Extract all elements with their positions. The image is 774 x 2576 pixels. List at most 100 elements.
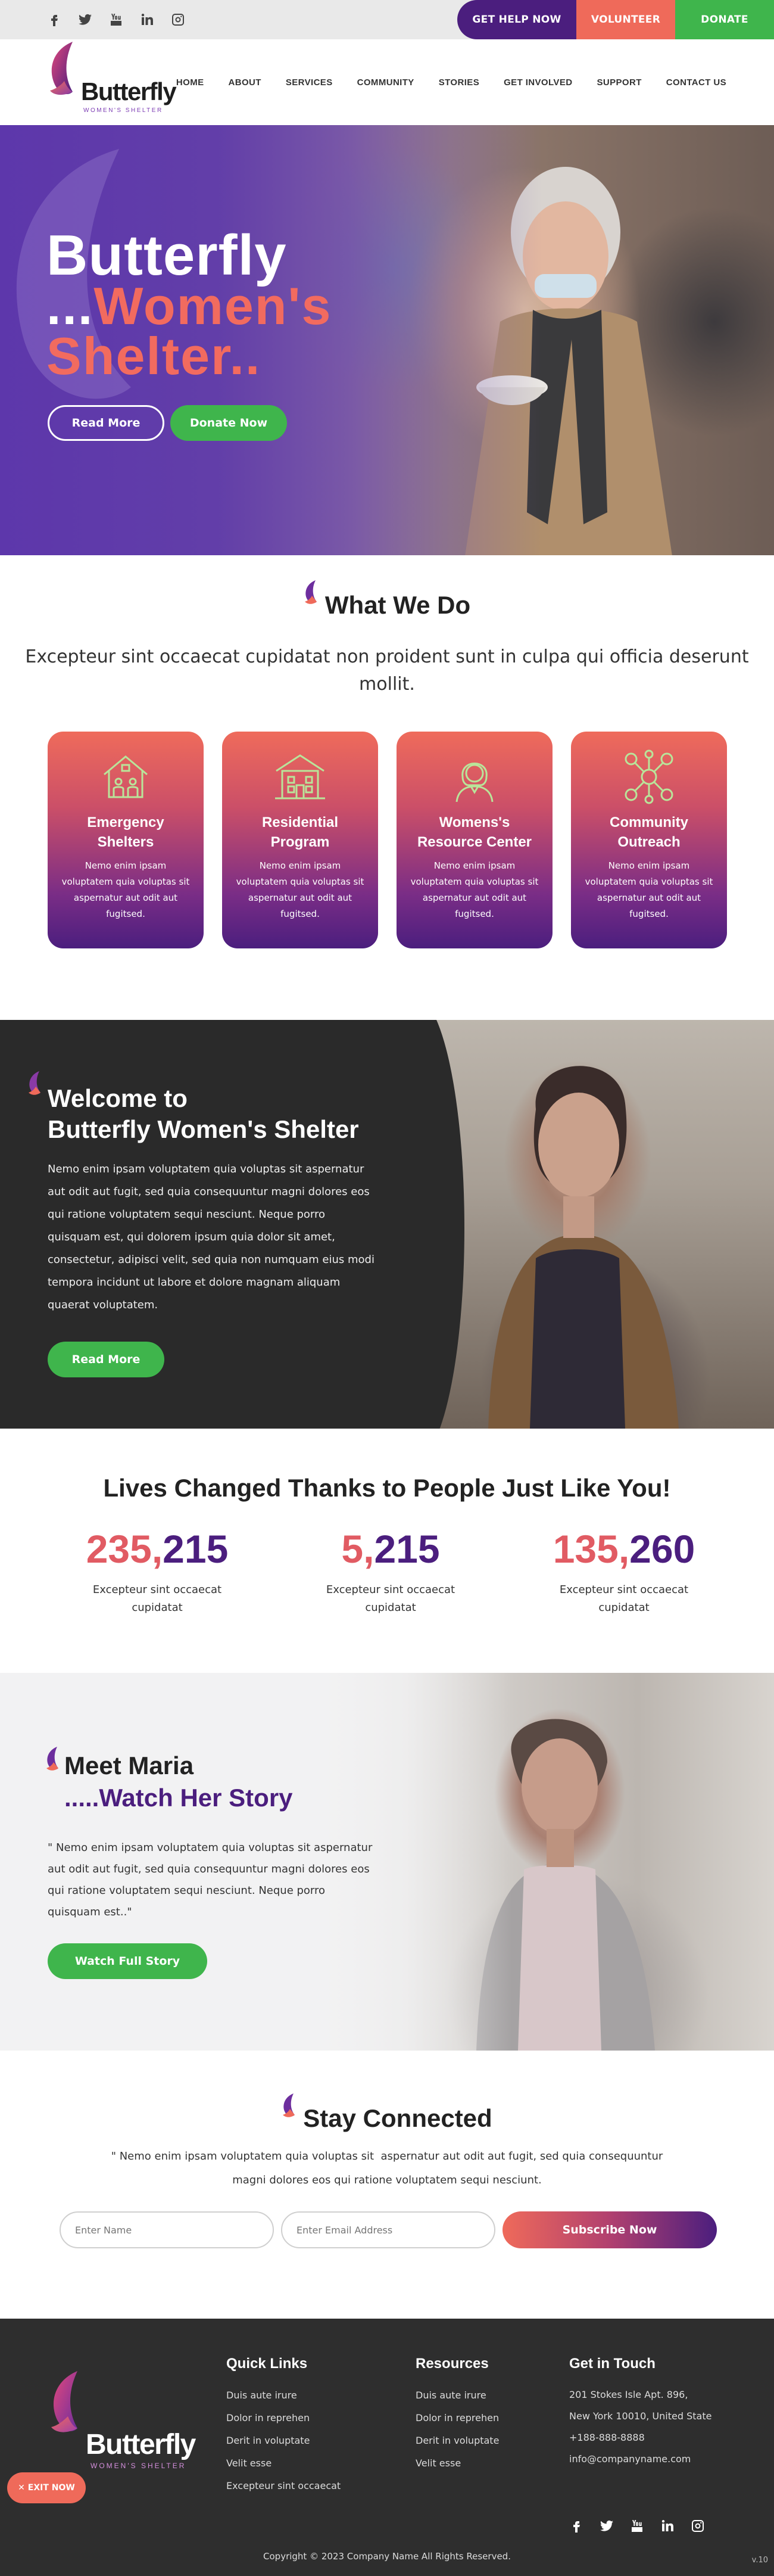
butterfly-accent-icon: [304, 580, 317, 604]
logo-wordmark: Butterfly: [81, 77, 177, 105]
lives-changed-section: Lives Changed Thanks to People Just Like…: [0, 1429, 774, 1673]
hero-donate-now-button[interactable]: Donate Now: [170, 405, 287, 441]
subscribe-now-button[interactable]: Subscribe Now: [503, 2211, 717, 2248]
resource-link[interactable]: Velit esse: [416, 2452, 499, 2475]
maria-subtitle: .....Watch Her Story: [64, 1784, 293, 1812]
footer-social-links: [569, 2519, 705, 2535]
service-cards: Emergency Shelters Nemo enim ipsam volupt…: [48, 732, 727, 948]
contact-column: Get in Touch 201 Stokes Isle Apt. 896, N…: [569, 2356, 711, 2470]
welcome-curve-divider: [381, 1020, 464, 1429]
instagram-icon[interactable]: [170, 12, 186, 27]
service-card[interactable]: Community Outreach Nemo enim ipsam volupt…: [571, 732, 727, 948]
phone-link[interactable]: +188-888-8888: [569, 2427, 711, 2449]
maria-quote: " Nemo enim ipsam voluptatem quia volupt…: [48, 1841, 373, 1918]
service-card[interactable]: Womens's Resource Center Nemo enim ipsam …: [397, 732, 553, 948]
nav-about[interactable]: ABOUT: [229, 77, 261, 88]
welcome-body-text: Nemo enim ipsam voluptatem quia voluptas…: [48, 1163, 374, 1311]
stat-label: Excepteur sint occaecat cupidatat: [92, 1583, 222, 1614]
nav-get-involved[interactable]: GET INVOLVED: [504, 77, 572, 88]
what-we-do-section: What We Do Excepteur sint occaecat cupid…: [0, 555, 774, 1020]
stat-label: Excepteur sint occaecat cupidatat: [326, 1583, 455, 1614]
copyright-text: Copyright © 2023 Company Name All Rights…: [263, 2551, 511, 2562]
nav-services[interactable]: SERVICES: [286, 77, 333, 88]
stay-connected-lead: " Nemo enim ipsam voluptatem quia volupt…: [111, 2150, 663, 2186]
card-title: Emergency Shelters: [87, 814, 164, 850]
nav-contact-us[interactable]: CONTACT US: [666, 77, 726, 88]
site-logo[interactable]: Butterfly WOMEN'S SHELTER: [46, 42, 183, 119]
top-social-links: [46, 12, 186, 27]
quick-link[interactable]: Excepteur sint occaecat: [226, 2475, 341, 2497]
card-text: Nemo enim ipsam voluptatem quia voluptas…: [410, 860, 539, 919]
service-card[interactable]: Residential Program Nemo enim ipsam volup…: [222, 732, 378, 948]
welcome-section: Welcome to Butterfly Women's Shelter Nemo…: [0, 1020, 774, 1429]
butterfly-accent-icon: [283, 2093, 295, 2117]
hero-headline: Butterfly ...Women's Shelter..: [46, 223, 332, 385]
meet-maria-section: Meet Maria .....Watch Her Story " Nemo e…: [0, 1673, 774, 2051]
resource-link[interactable]: Dolor in reprehen: [416, 2407, 499, 2429]
twitter-icon[interactable]: [600, 2519, 614, 2535]
service-card[interactable]: Emergency Shelters Nemo enim ipsam volupt…: [48, 732, 204, 948]
quick-links-title: Quick Links: [226, 2356, 308, 2372]
nav-home[interactable]: HOME: [176, 77, 204, 88]
stat-label: Excepteur sint occaecat cupidatat: [559, 1583, 689, 1614]
resource-link[interactable]: Derit in voluptate: [416, 2429, 499, 2452]
footer-logo-tagline: WOMEN'S SHELTER: [90, 2462, 186, 2470]
facebook-icon[interactable]: [569, 2519, 583, 2535]
stay-connected-section: Stay Connected " Nemo enim ipsam volupta…: [0, 2051, 774, 2319]
footer-logo-wordmark: Butterfly: [86, 2429, 196, 2460]
house-family-icon: [104, 755, 148, 798]
top-bar: GET HELP NOW VOLUNTEER DONATE: [0, 0, 774, 39]
newsletter-form: Subscribe Now: [60, 2211, 717, 2248]
butterfly-accent-icon: [46, 1747, 58, 1771]
welcome-read-more-button[interactable]: Read More: [48, 1342, 164, 1377]
resources-column: Resources Duis aute irure Dolor in repre…: [416, 2356, 499, 2475]
hero-title-line-3: Shelter..: [46, 326, 261, 385]
logo-tagline: WOMEN'S SHELTER: [83, 107, 163, 114]
resource-link[interactable]: Duis aute irure: [416, 2384, 499, 2407]
email-input[interactable]: [281, 2211, 495, 2248]
youtube-icon[interactable]: [108, 12, 124, 27]
email-link[interactable]: info@companyname.com: [569, 2449, 711, 2470]
name-input[interactable]: [60, 2211, 274, 2248]
site-header: Butterfly WOMEN'S SHELTER HOME ABOUT SER…: [0, 39, 774, 125]
welcome-woman-photo: [417, 1020, 774, 1429]
address-line-2: New York 10010, United State: [569, 2410, 712, 2422]
quick-link[interactable]: Velit esse: [226, 2452, 341, 2475]
footer-logo[interactable]: Butterfly WOMEN'S SHELTER: [48, 2371, 202, 2478]
address-line-1: 201 Stokes Isle Apt. 896,: [569, 2389, 688, 2400]
linkedin-icon[interactable]: [660, 2519, 675, 2535]
lives-changed-title: Lives Changed Thanks to People Just Like…: [103, 1474, 671, 1502]
card-title: Womens's Resource Center: [417, 814, 532, 850]
main-nav: HOME ABOUT SERVICES COMMUNITY STORIES GE…: [176, 39, 726, 125]
hero-read-more-button[interactable]: Read More: [48, 405, 164, 441]
card-text: Nemo enim ipsam voluptatem quia voluptas…: [585, 860, 713, 919]
stat-item: 235,215 Excepteur sint occaecat cupidatat: [40, 1525, 274, 1617]
stat-item: 135,260 Excepteur sint occaecat cupidatat: [507, 1525, 741, 1617]
card-title: Community Outreach: [610, 814, 688, 850]
nav-support[interactable]: SUPPORT: [597, 77, 641, 88]
twitter-icon[interactable]: [77, 12, 93, 27]
version-label: v.10: [751, 2556, 768, 2565]
nav-community[interactable]: COMMUNITY: [357, 77, 414, 88]
youtube-icon[interactable]: [630, 2519, 644, 2535]
get-help-now-button[interactable]: GET HELP NOW: [457, 0, 576, 39]
stat-number: 235,215: [86, 1527, 229, 1571]
site-footer: Butterfly WOMEN'S SHELTER Quick Links Du…: [0, 2319, 774, 2576]
hero-title-line-1: Butterfly: [46, 223, 287, 287]
linkedin-icon[interactable]: [139, 12, 155, 27]
quick-link[interactable]: Duis aute irure: [226, 2384, 341, 2407]
quick-link[interactable]: Derit in voluptate: [226, 2429, 341, 2452]
resources-title: Resources: [416, 2356, 489, 2372]
instagram-icon[interactable]: [691, 2519, 705, 2535]
quick-link[interactable]: Dolor in reprehen: [226, 2407, 341, 2429]
watch-full-story-button[interactable]: Watch Full Story: [48, 1943, 207, 1979]
welcome-woman-illustration: [488, 1066, 679, 1429]
contact-title: Get in Touch: [569, 2356, 656, 2372]
stat-item: 5,215 Excepteur sint occaecat cupidatat: [274, 1525, 507, 1617]
facebook-icon[interactable]: [46, 12, 62, 27]
exit-now-button[interactable]: ✕ EXIT NOW: [7, 2472, 86, 2503]
nav-stories[interactable]: STORIES: [439, 77, 479, 88]
card-title: Residential Program: [261, 814, 339, 850]
card-text: Nemo enim ipsam voluptatem quia voluptas…: [236, 860, 364, 919]
butterfly-accent-icon: [29, 1071, 40, 1095]
